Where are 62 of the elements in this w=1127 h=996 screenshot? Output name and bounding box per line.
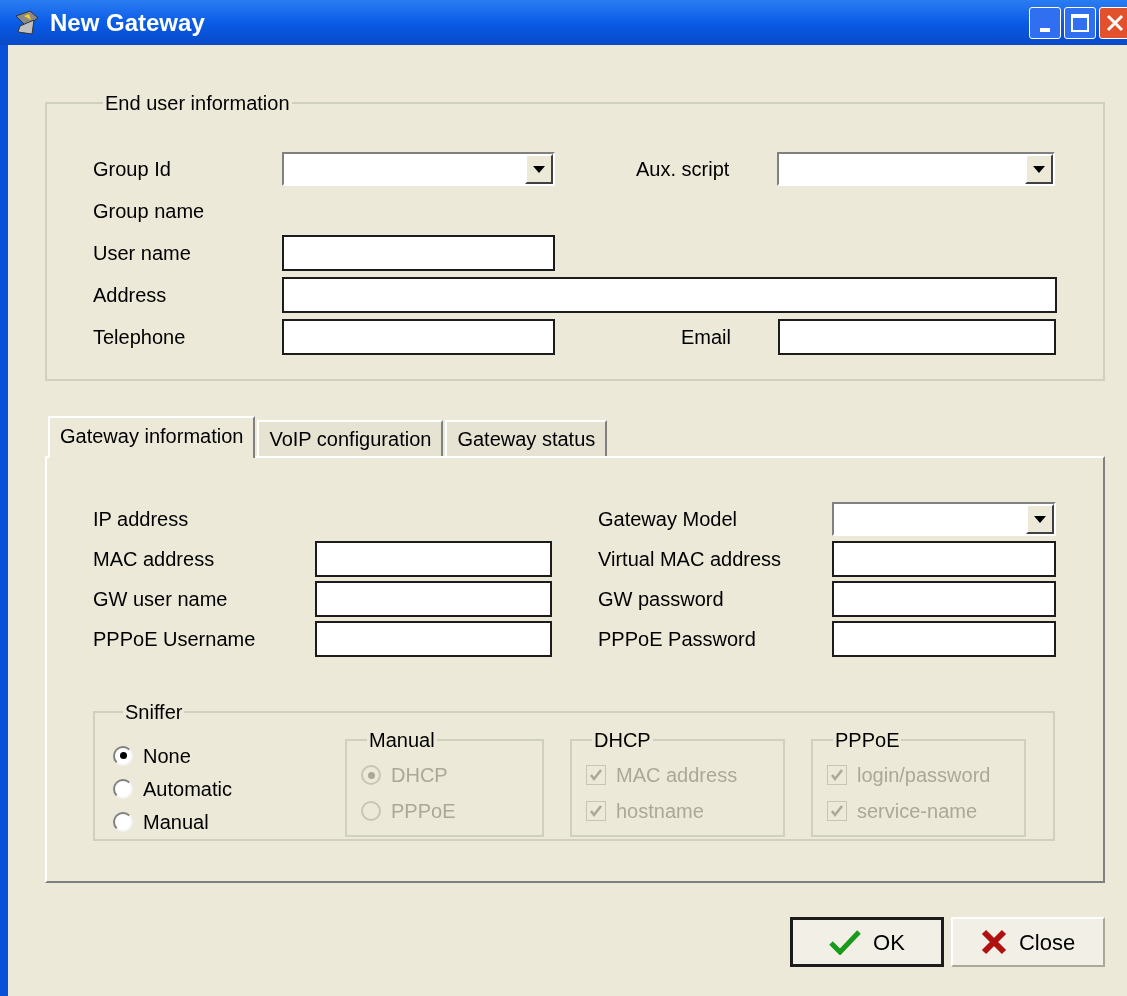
- checkmark-icon: [829, 929, 862, 955]
- field-label: Group name: [93, 199, 206, 224]
- input-field[interactable]: [315, 541, 552, 577]
- group-title: DHCP: [593, 728, 652, 753]
- close-button[interactable]: Close: [951, 917, 1105, 967]
- input-field[interactable]: [832, 581, 1056, 617]
- radio-label: Automatic: [143, 777, 232, 802]
- field-label: Group Id: [93, 157, 172, 182]
- minimize-icon: [1040, 27, 1050, 32]
- option-label: hostname: [616, 799, 704, 824]
- field-label: Email: [681, 325, 732, 350]
- dropdown[interactable]: [832, 502, 1056, 536]
- group-title: Sniffer: [124, 700, 184, 725]
- option-label: MAC address: [616, 763, 738, 788]
- group-title: Manual: [368, 728, 436, 753]
- field-label: Virtual MAC address: [598, 547, 783, 572]
- caret-icon: [525, 154, 553, 184]
- input-field[interactable]: [315, 621, 552, 657]
- radio-label: Manual: [143, 810, 209, 836]
- option-label: login/password: [857, 763, 991, 788]
- radio-label: None: [143, 743, 191, 769]
- dropdown[interactable]: [777, 152, 1055, 186]
- input-field[interactable]: [282, 319, 555, 355]
- field-label: PPPoE Password: [598, 627, 757, 652]
- input-field[interactable]: [778, 319, 1056, 355]
- caret-icon: [1025, 154, 1053, 184]
- maximize-icon: [1071, 13, 1089, 32]
- field-label: MAC address: [93, 547, 216, 572]
- input-field[interactable]: [832, 541, 1056, 577]
- field-label: GW user name: [93, 587, 229, 612]
- ok-button[interactable]: OK: [790, 917, 944, 967]
- window-title: New Gateway: [50, 7, 205, 38]
- option-label: PPPoE: [391, 799, 456, 824]
- field-label: IP address: [93, 507, 190, 532]
- field-label: Aux. script: [636, 157, 731, 182]
- minimize-button[interactable]: [1029, 6, 1061, 39]
- tab[interactable]: VoIP configuration: [257, 420, 444, 456]
- dropdown[interactable]: [282, 152, 555, 186]
- radio-button[interactable]: [113, 812, 133, 833]
- input-field[interactable]: [832, 621, 1056, 657]
- caret-icon: [1026, 504, 1054, 534]
- group-title: End user information: [104, 91, 291, 116]
- radio-button[interactable]: [113, 779, 133, 799]
- option-label: DHCP: [391, 763, 448, 788]
- tab[interactable]: Gateway information: [48, 416, 256, 458]
- field-label: GW password: [598, 587, 725, 612]
- radio-button[interactable]: [113, 745, 133, 766]
- field-label: PPPoE Username: [93, 627, 257, 652]
- input-field[interactable]: [282, 277, 1057, 313]
- x-icon: [980, 929, 1007, 955]
- maximize-button[interactable]: [1064, 6, 1096, 39]
- field-label: Gateway Model: [598, 507, 738, 532]
- group-title: PPPoE: [834, 728, 901, 753]
- close-icon: [1106, 13, 1124, 32]
- field-label: User name: [93, 241, 192, 266]
- close-button[interactable]: [1099, 6, 1127, 39]
- input-field[interactable]: [315, 581, 552, 617]
- option-label: service-name: [857, 799, 978, 824]
- tab[interactable]: Gateway status: [445, 420, 608, 456]
- field-label: Telephone: [93, 325, 187, 350]
- input-field[interactable]: [282, 235, 555, 271]
- field-label: Address: [93, 283, 168, 308]
